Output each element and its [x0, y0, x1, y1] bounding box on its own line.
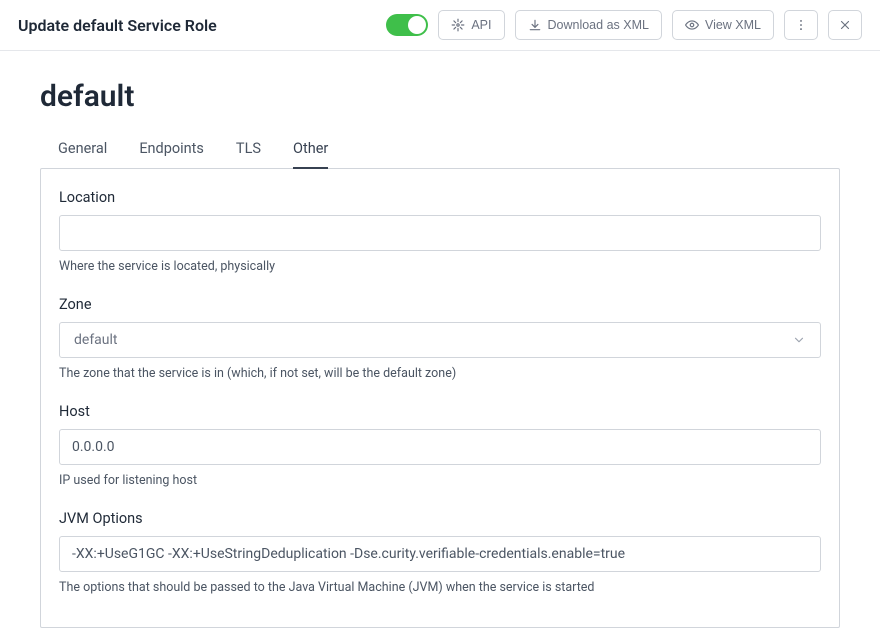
zone-label: Zone	[59, 296, 821, 313]
page-title: default	[40, 79, 840, 114]
tabs: General Endpoints TLS Other	[40, 140, 840, 169]
location-help: Where the service is located, physically	[59, 259, 821, 274]
jvm-options-help: The options that should be passed to the…	[59, 580, 821, 595]
download-xml-label: Download as XML	[548, 18, 649, 32]
header-title: Update default Service Role	[18, 16, 386, 35]
enabled-toggle[interactable]	[386, 14, 428, 36]
tab-endpoints[interactable]: Endpoints	[139, 140, 204, 169]
zone-selected-value: default	[74, 332, 118, 348]
host-label: Host	[59, 403, 821, 420]
tab-tls[interactable]: TLS	[236, 140, 261, 169]
zone-select[interactable]: default	[59, 322, 821, 358]
close-button[interactable]	[828, 10, 862, 40]
eye-icon	[685, 18, 699, 32]
location-input[interactable]	[59, 215, 821, 251]
close-icon	[838, 18, 852, 32]
location-label: Location	[59, 189, 821, 206]
view-xml-button[interactable]: View XML	[672, 10, 774, 40]
tab-general[interactable]: General	[58, 140, 107, 169]
api-icon	[451, 18, 465, 32]
api-button-label: API	[471, 18, 491, 32]
host-input[interactable]	[59, 429, 821, 465]
download-xml-button[interactable]: Download as XML	[515, 10, 662, 40]
zone-help: The zone that the service is in (which, …	[59, 366, 821, 381]
jvm-options-input[interactable]	[59, 536, 821, 572]
chevron-down-icon	[792, 333, 806, 347]
tab-other[interactable]: Other	[293, 140, 328, 169]
host-help: IP used for listening host	[59, 473, 821, 488]
jvm-options-label: JVM Options	[59, 510, 821, 527]
api-button[interactable]: API	[438, 10, 504, 40]
tab-panel-other: Location Where the service is located, p…	[40, 168, 840, 628]
more-button[interactable]	[784, 10, 818, 40]
download-icon	[528, 18, 542, 32]
view-xml-label: View XML	[705, 18, 761, 32]
more-vertical-icon	[794, 18, 808, 32]
